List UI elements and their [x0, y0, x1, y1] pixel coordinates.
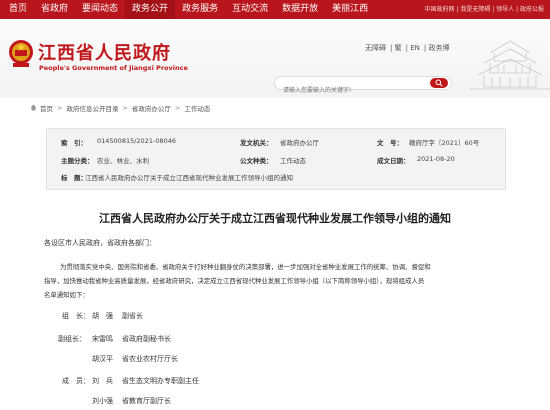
search-icon: [435, 79, 443, 87]
doc-type-label: 公文种类：: [240, 157, 273, 165]
nav-news[interactable]: 要闻动态: [75, 0, 125, 19]
breadcrumb-separator: >: [122, 103, 128, 112]
weibo-link[interactable]: 政务博: [428, 44, 449, 52]
subject-label: 标 题：: [61, 174, 87, 182]
role-label: 成 员：: [62, 377, 90, 385]
nav-services[interactable]: 政务服务: [175, 0, 225, 19]
article-paragraph-line: 名单通知如下：: [44, 291, 89, 299]
index-label: 索 引：: [61, 139, 87, 147]
breadcrumb-separator: >: [57, 103, 63, 112]
document-meta-table: 索 引： 014500815/2021-08046 发文机关： 省政府办公厅 文…: [46, 128, 506, 190]
breadcrumb-home[interactable]: 首页: [40, 103, 53, 113]
nav-interaction[interactable]: 互动交流: [225, 0, 275, 19]
issuing-org-label: 发文机关：: [240, 139, 273, 147]
accessibility-link[interactable]: 无障碍: [365, 44, 386, 52]
nav-open-data[interactable]: 数据开放: [275, 0, 325, 19]
member-title: 省生态文明办专职副主任: [122, 377, 199, 385]
issuing-org-value: 省政府办公厅: [280, 139, 319, 147]
nav-provincial-government[interactable]: 省政府: [34, 0, 75, 19]
member-title: 副省长: [122, 312, 143, 320]
topic-label: 主题分类：: [61, 157, 94, 165]
site-header: 江西省人民政府 People's Government of Jiangxi P…: [0, 19, 550, 98]
member-name: 刘小强: [92, 397, 113, 405]
nav-right-links[interactable]: 中国政府网 | 我是无障碍 | 领导人 | 政府公报: [424, 0, 544, 19]
article-title: 江西省人民政府办公厅关于成立江西省现代种业发展工作领导小组的通知: [99, 212, 451, 225]
utility-links: 无障碍 | 繁 | EN | 政务博: [365, 44, 450, 52]
breadcrumb-catalog[interactable]: 政府信息公开目录: [66, 103, 118, 113]
subject-value: 江西省人民政府办公厅关于成立江西省现代种业发展工作领导小组的通知: [85, 174, 293, 182]
breadcrumb-separator: >: [174, 103, 181, 112]
role-label: 组 长：: [62, 312, 90, 320]
doc-number-value: 赣府厅字〔2021〕60号: [409, 139, 480, 147]
search-input[interactable]: [275, 84, 425, 97]
search-button[interactable]: [430, 78, 448, 88]
article-paragraph-line: 指导，加快推动我省种业高质量发展，经省政府研究，决定成立江西省现代种业发展工作领…: [44, 277, 425, 285]
topic-value: 农业、林业、水利: [97, 157, 149, 165]
member-name: 刘 兵: [92, 377, 113, 385]
date-label: 成文日期：: [377, 157, 410, 165]
doc-type-value: 工作动态: [280, 157, 306, 165]
member-name: 胡 强: [92, 312, 113, 320]
member-title: 省教育厅副厅长: [122, 397, 171, 405]
traditional-chinese-link[interactable]: 繁: [395, 44, 402, 52]
location-icon: [30, 104, 37, 111]
breadcrumb: 首页 > 政府信息公开目录 > 省政府办公厅 > 工作动态: [0, 100, 550, 115]
doc-number-label: 文 号：: [377, 139, 403, 147]
role-label: 副组长：: [58, 335, 86, 343]
nav-home[interactable]: 首页: [0, 0, 34, 19]
article-paragraph-line: 为贯彻落实党中央、国务院和省委、省政府关于打好种业翻身仗的决策部署，进一步加强对…: [60, 263, 431, 271]
nav-government-affairs[interactable]: 政务公开: [125, 0, 176, 19]
index-value: 014500815/2021-08046: [97, 137, 176, 145]
pavilion-illustration: [470, 40, 550, 90]
date-value: 2021-08-20: [417, 155, 455, 163]
member-title: 省农业农村厅厅长: [122, 355, 178, 363]
site-subtitle: People's Government of Jiangxi Province: [39, 64, 188, 72]
article-greeting: 各设区市人民政府，省政府各部门：: [44, 239, 156, 247]
breadcrumb-current[interactable]: 工作动态: [184, 103, 210, 113]
national-emblem-icon: [9, 40, 33, 67]
english-link[interactable]: EN: [410, 44, 420, 52]
breadcrumb-office[interactable]: 省政府办公厅: [132, 103, 171, 113]
top-nav: 首页 省政府 要闻动态 政务公开 政务服务 互动交流 数据开放 美丽江西 中国政…: [0, 0, 550, 19]
search-box: [274, 76, 452, 97]
member-title: 省政府副秘书长: [122, 335, 171, 343]
member-name: 宋雷鸣: [92, 335, 113, 343]
site-title[interactable]: 江西省人民政府: [38, 39, 171, 65]
nav-beautiful-jiangxi[interactable]: 美丽江西: [325, 0, 375, 19]
member-name: 胡汉平: [92, 355, 113, 363]
